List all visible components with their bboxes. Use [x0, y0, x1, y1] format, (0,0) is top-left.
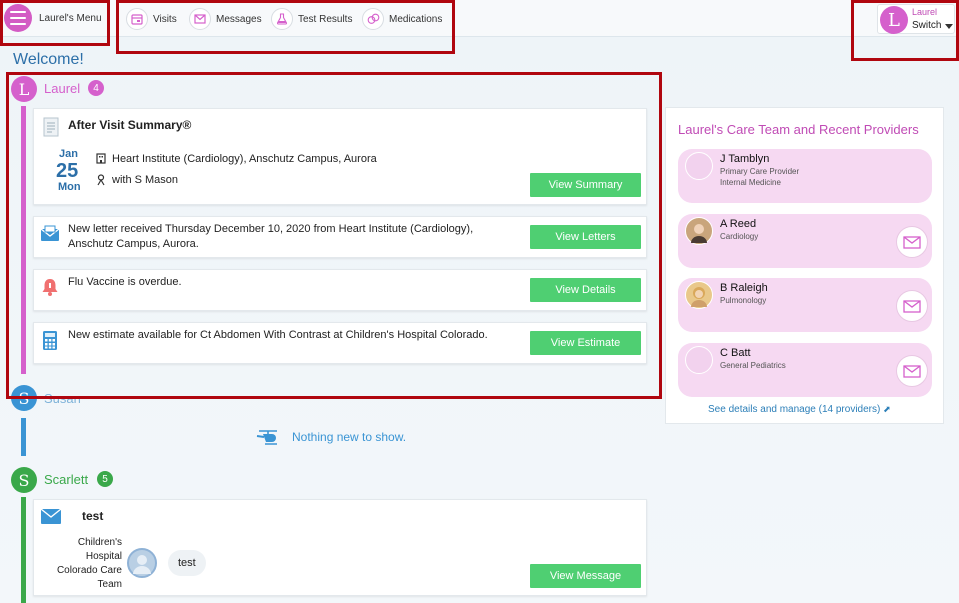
provider-photo: [685, 281, 713, 309]
provider-photo-placeholder: [685, 152, 713, 180]
highlight-box-menu: [0, 0, 110, 46]
provider-specialty: General Pediatrics: [720, 361, 786, 370]
notification-count-badge-scarlett: 5: [97, 471, 113, 487]
see-details-link[interactable]: See details and manage (14 providers) ⬈: [708, 404, 891, 415]
view-message-button[interactable]: View Message: [530, 564, 641, 588]
send-message-envelope-icon[interactable]: [896, 226, 928, 258]
see-details-label: See details and manage (14 providers): [708, 404, 881, 415]
provider-name: B Raleigh: [720, 282, 768, 294]
send-message-envelope-icon[interactable]: [896, 355, 928, 387]
highlight-box-user: [851, 0, 959, 61]
highlight-box-laurel-feed: [6, 72, 662, 399]
sender-avatar: [127, 548, 157, 578]
timeline-line-scarlett: [21, 497, 26, 603]
message-bubble: test: [168, 550, 206, 576]
message-sender: Children's Hospital Colorado Care Team: [56, 537, 122, 590]
external-link-icon: ⬈: [883, 404, 891, 414]
message-card: test Children's Hospital Colorado Care T…: [33, 499, 647, 596]
provider-specialty: Internal Medicine: [720, 178, 781, 187]
nothing-new-text: Nothing new to show.: [292, 430, 407, 444]
person-name-scarlett[interactable]: Scarlett: [44, 472, 88, 487]
welcome-heading: Welcome!: [13, 51, 84, 68]
provider-name: C Batt: [720, 347, 751, 359]
provider-card-reed[interactable]: A Reed Cardiology: [678, 214, 932, 268]
provider-specialty: Cardiology: [720, 232, 759, 241]
message-envelope-icon: [40, 508, 62, 524]
provider-specialty: Pulmonology: [720, 296, 767, 305]
person-avatar-scarlett[interactable]: S: [11, 467, 37, 493]
provider-card-raleigh[interactable]: B Raleigh Pulmonology: [678, 278, 932, 332]
timeline-line-susan: [21, 418, 26, 456]
provider-name: J Tamblyn: [720, 153, 770, 165]
provider-name: A Reed: [720, 218, 757, 230]
provider-photo: [685, 217, 713, 245]
send-message-envelope-icon[interactable]: [896, 290, 928, 322]
care-team-title: Laurel's Care Team and Recent Providers: [678, 122, 919, 137]
provider-role: Primary Care Provider: [720, 167, 800, 176]
provider-card-tamblyn[interactable]: J Tamblyn Primary Care Provider Internal…: [678, 149, 932, 203]
highlight-box-nav: [116, 0, 455, 54]
provider-card-batt[interactable]: C Batt General Pediatrics: [678, 343, 932, 397]
provider-photo-placeholder: [685, 346, 713, 374]
helicopter-icon: [256, 430, 277, 445]
care-team-panel: Laurel's Care Team and Recent Providers …: [665, 107, 944, 424]
message-title: test: [82, 509, 104, 523]
